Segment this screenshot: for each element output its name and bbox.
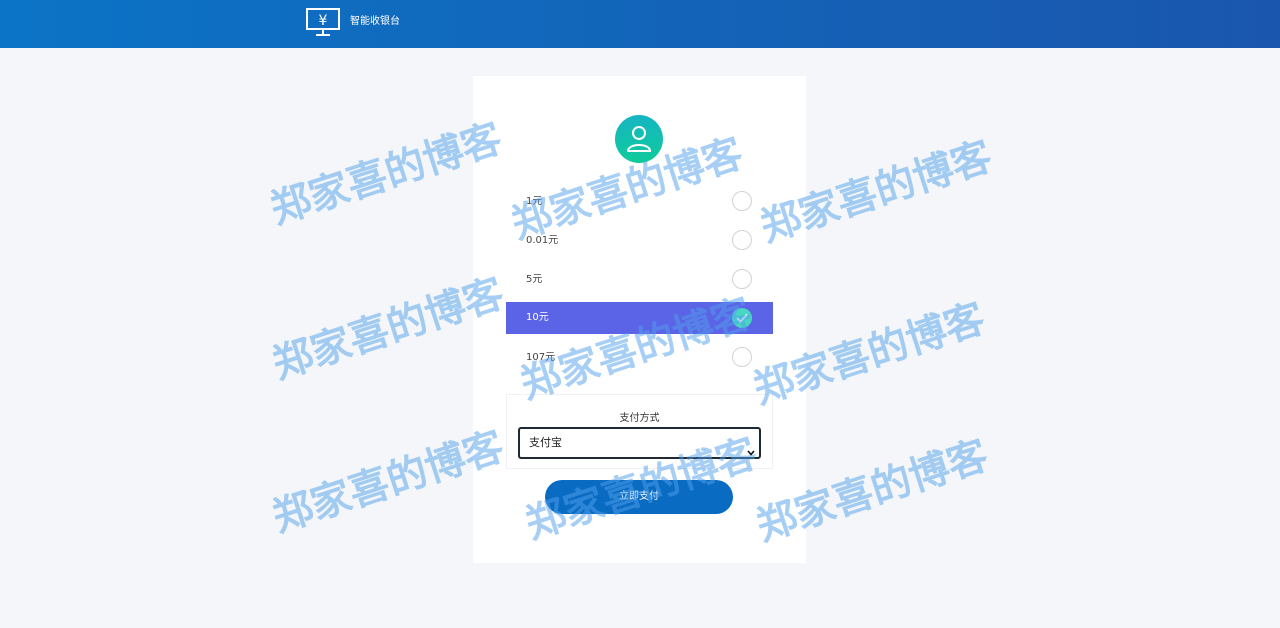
amount-label: 1元 — [526, 196, 543, 207]
cashier-monitor-icon: ¥ — [306, 8, 340, 36]
radio-icon[interactable] — [732, 230, 752, 250]
radio-icon[interactable] — [732, 191, 752, 211]
payment-method-select[interactable]: 支付宝 — [518, 427, 761, 459]
amount-option-0-01[interactable]: 0.01元 — [506, 221, 773, 260]
amount-option-10[interactable]: 10元 — [506, 302, 773, 334]
check-icon[interactable] — [732, 308, 752, 328]
amount-option-107[interactable]: 107元 — [506, 338, 773, 377]
amount-label: 107元 — [526, 352, 556, 363]
amount-option-1[interactable]: 1元 — [506, 182, 773, 221]
avatar — [615, 115, 663, 163]
top-bar: ¥ 智能收银台 — [0, 0, 1280, 48]
payment-method-value: 支付宝 — [529, 436, 562, 449]
radio-icon[interactable] — [732, 347, 752, 367]
watermark-text: 郑家喜的博客 — [265, 115, 508, 234]
user-icon — [627, 126, 651, 152]
amount-label: 0.01元 — [526, 235, 559, 246]
amount-option-5[interactable]: 5元 — [506, 260, 773, 299]
app-title: 智能收银台 — [350, 16, 400, 27]
chevron-down-icon — [747, 439, 755, 467]
amount-label: 10元 — [526, 312, 549, 323]
pay-now-button[interactable]: 立即支付 — [545, 480, 733, 514]
amount-label: 5元 — [526, 274, 543, 285]
payment-card: 1元 0.01元 5元 10元 107元 支付方式 支付宝 立即支付 — [473, 76, 806, 563]
radio-icon[interactable] — [732, 269, 752, 289]
payment-method-box: 支付方式 支付宝 — [506, 394, 773, 469]
svg-text:¥: ¥ — [319, 13, 328, 29]
payment-method-label: 支付方式 — [619, 413, 660, 424]
amount-list: 1元 0.01元 5元 10元 107元 — [506, 182, 773, 377]
